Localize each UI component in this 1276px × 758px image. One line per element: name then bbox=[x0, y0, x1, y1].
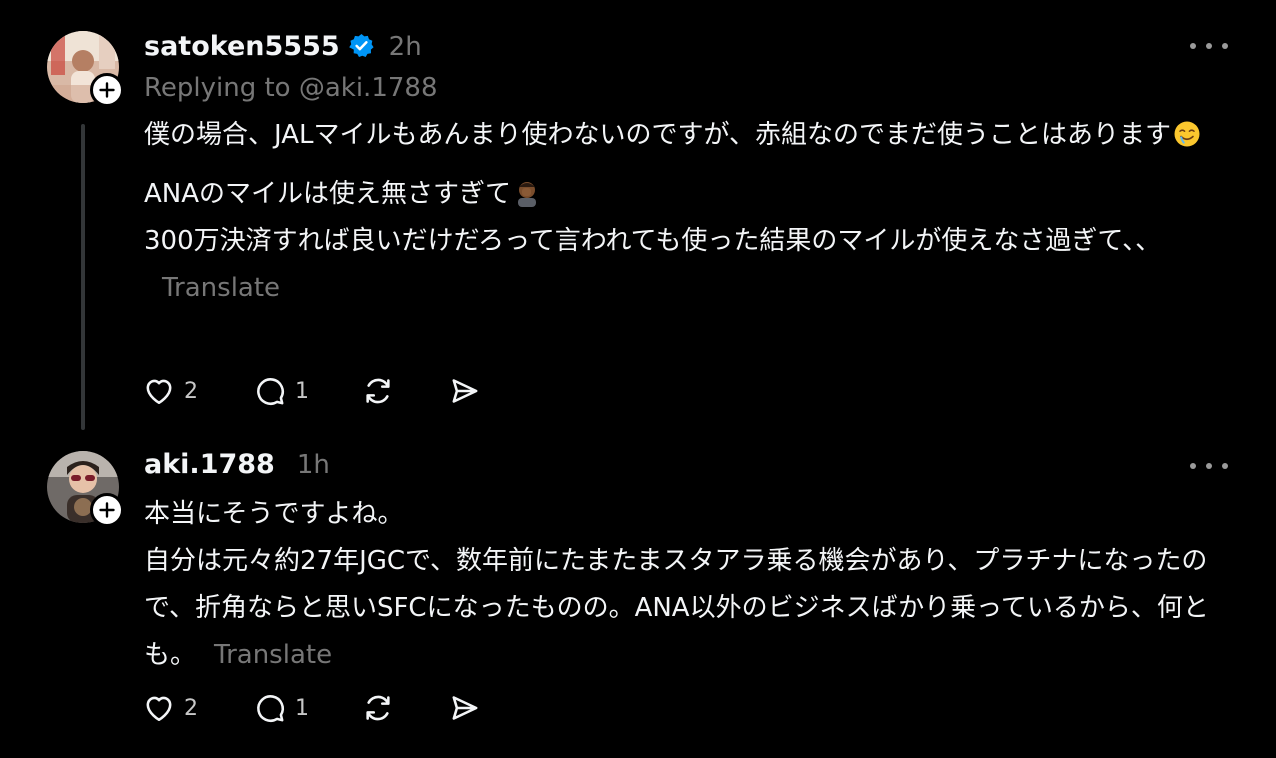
share-send-icon bbox=[452, 696, 478, 720]
post-header: aki.1788 1h bbox=[144, 449, 330, 480]
repost-button[interactable] bbox=[361, 374, 395, 408]
post-actions: 2 1 bbox=[142, 371, 481, 411]
like-count: 2 bbox=[184, 695, 198, 721]
like-button[interactable]: 2 bbox=[142, 691, 198, 725]
follow-plus-icon[interactable] bbox=[90, 493, 124, 527]
post-paragraph: 僕の場合、JALマイルもあんまり使わないのですが、赤組なのでまだ使うことはありま… bbox=[144, 112, 1234, 159]
thread-line bbox=[81, 124, 85, 430]
post-header: satoken5555 2h bbox=[144, 30, 422, 62]
reply-bubble-icon bbox=[257, 695, 284, 722]
drooling-face-emoji bbox=[1173, 117, 1201, 147]
reply-bubble-icon bbox=[257, 378, 284, 405]
post-paragraph: 自分は元々約27年JGCで、数年前にたまたまスタアラ乗る機会があり、プラチナにな… bbox=[144, 538, 1234, 679]
post-paragraph: 本当にそうですよね。 bbox=[144, 491, 1234, 538]
reply-count: 1 bbox=[295, 695, 309, 721]
reply-button[interactable]: 1 bbox=[253, 374, 309, 408]
reply-post-aki1788: aki.1788 1h 本当にそうですよね。 自分は元々約27年JGCで、数年前… bbox=[0, 440, 1276, 758]
like-heart-icon bbox=[146, 379, 172, 405]
avatar-wrap[interactable] bbox=[47, 31, 124, 107]
post-paragraph: ANAのマイルは使え無さすぎて bbox=[144, 171, 1234, 218]
like-heart-icon bbox=[146, 696, 172, 722]
reply-count: 1 bbox=[295, 378, 309, 404]
share-button[interactable] bbox=[447, 374, 481, 408]
post-paragraph: 300万決済すれば良いだけだろって言われても使った結果のマイルが使えなさ過ぎて、… bbox=[144, 218, 1234, 312]
timestamp[interactable]: 2h bbox=[389, 32, 422, 62]
paragraph-text: 本当にそうですよね。 bbox=[144, 499, 404, 529]
like-count: 2 bbox=[184, 378, 198, 404]
avatar-wrap[interactable] bbox=[47, 451, 124, 527]
username[interactable]: aki.1788 bbox=[144, 449, 275, 480]
share-button[interactable] bbox=[447, 691, 481, 725]
more-options-icon[interactable] bbox=[1190, 456, 1228, 476]
username[interactable]: satoken5555 bbox=[144, 31, 340, 62]
paragraph-text: ANAのマイルは使え無さすぎて bbox=[144, 179, 512, 209]
post-actions: 2 1 bbox=[142, 688, 481, 728]
repost-button[interactable] bbox=[361, 691, 395, 725]
follow-plus-icon[interactable] bbox=[90, 73, 124, 107]
reply-post-satoken5555: satoken5555 2h Replying to @aki.1788 僕の場… bbox=[0, 0, 1276, 440]
man-facepalming-emoji bbox=[513, 176, 541, 207]
share-send-icon bbox=[452, 379, 478, 403]
repost-icon bbox=[366, 378, 390, 404]
translate-link[interactable]: Translate bbox=[214, 640, 332, 670]
more-options-icon[interactable] bbox=[1190, 36, 1228, 56]
paragraph-text: 300万決済すれば良いだけだろって言われても使った結果のマイルが使えなさ過ぎて、… bbox=[144, 226, 1162, 256]
paragraph-text: 僕の場合、JALマイルもあんまり使わないのですが、赤組なのでまだ使うことはありま… bbox=[144, 120, 1171, 150]
post-body: 僕の場合、JALマイルもあんまり使わないのですが、赤組なのでまだ使うことはありま… bbox=[144, 112, 1234, 312]
repost-icon bbox=[366, 695, 390, 721]
reply-button[interactable]: 1 bbox=[253, 691, 309, 725]
replying-to-label[interactable]: Replying to @aki.1788 bbox=[144, 73, 438, 103]
timestamp[interactable]: 1h bbox=[297, 450, 330, 480]
translate-link[interactable]: Translate bbox=[162, 273, 280, 303]
post-body: 本当にそうですよね。 自分は元々約27年JGCで、数年前にたまたまスタアラ乗る機… bbox=[144, 491, 1234, 679]
verified-badge-icon bbox=[348, 33, 374, 58]
like-button[interactable]: 2 bbox=[142, 374, 198, 408]
